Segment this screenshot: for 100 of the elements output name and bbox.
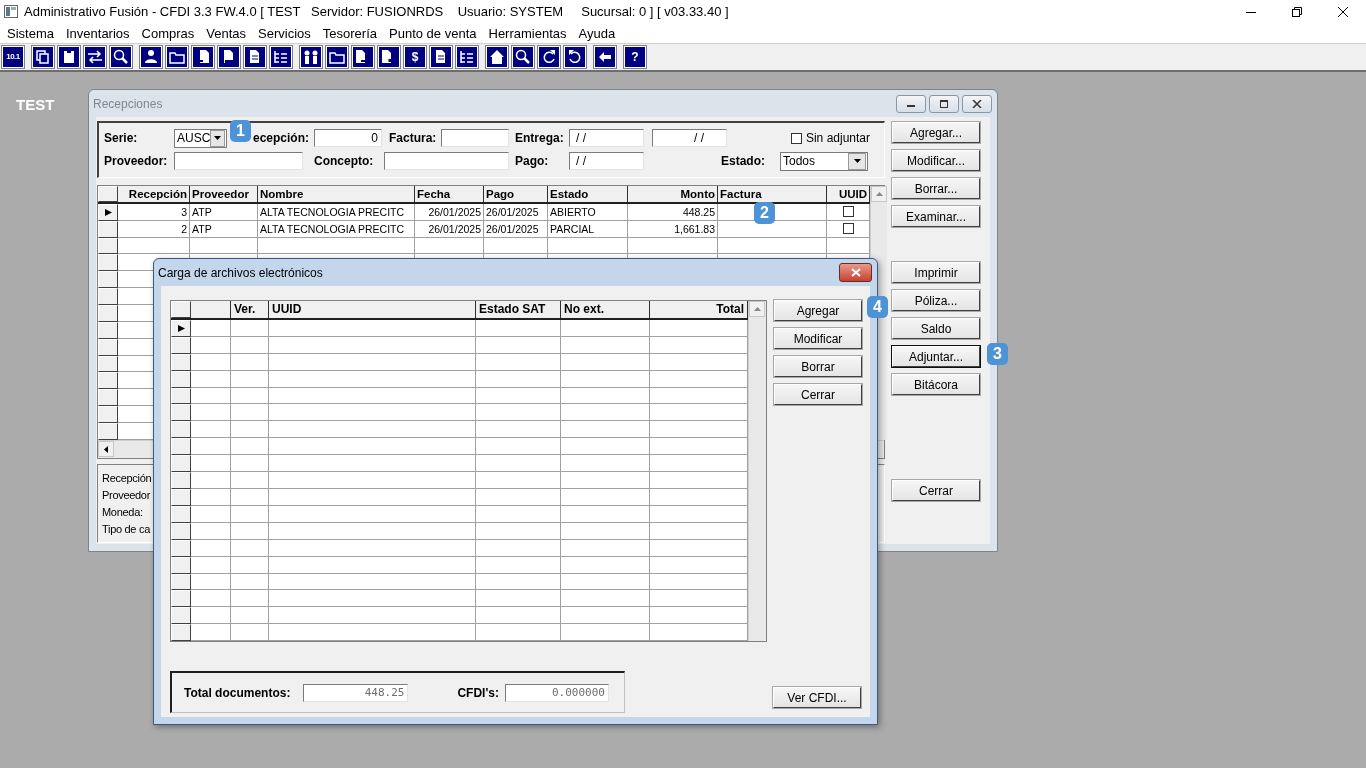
copy-icon[interactable] [32,46,54,68]
column-header[interactable]: Estado SAT [476,301,561,318]
input-field[interactable]: 0 [314,129,382,147]
field-label: Recepción [102,471,152,486]
row-header[interactable] [98,254,118,272]
close-icon[interactable] [1338,6,1348,17]
checkbox[interactable] [790,132,802,144]
menu-item[interactable]: Herramientas [482,25,573,41]
field-label: Serie: [104,131,139,145]
button[interactable]: Borrar [774,356,862,377]
caret-icon [214,136,222,140]
column-header[interactable]: Ver. [231,301,269,318]
up-arrow-icon [753,307,761,311]
column-header[interactable]: Recepción [118,186,190,202]
field-label: Moneda: [102,505,143,520]
column-header[interactable]: Proveedor [190,186,258,202]
row-header[interactable] [171,421,191,439]
table-cell: 26/01/2025 [415,203,484,221]
column-header[interactable]: UUID [269,301,476,318]
menu-item[interactable]: Punto de venta [383,25,483,41]
scroll-up-button[interactable] [749,301,765,317]
button[interactable]: Ver CFDI... [773,687,861,708]
column-header[interactable]: No ext. [561,301,650,318]
row-header[interactable] [171,472,191,489]
empty-cell [231,607,269,625]
undo-icon[interactable] [564,46,586,68]
empty-cell [484,237,548,255]
date-field[interactable]: / / [569,152,644,170]
home-icon[interactable] [486,46,508,68]
input-field[interactable] [441,129,509,147]
document-icon[interactable] [430,46,452,68]
restore-icon[interactable] [1292,6,1302,17]
field-label: CFDI's: [457,685,499,700]
column-header[interactable]: Pago [484,186,548,202]
row-header[interactable] [98,372,118,390]
window-title: Recepciones [93,96,163,111]
field-label: Total documentos: [184,685,291,700]
workspace-label: TEST [16,96,55,113]
person-icon[interactable] [140,46,162,68]
folder-icon[interactable] [326,46,348,68]
row-header[interactable] [171,404,191,422]
button[interactable]: Cerrar [774,384,862,405]
toolbar-button[interactable]: ? [624,46,646,68]
menu-item[interactable]: Servicios [252,25,317,41]
toolbar-button[interactable]: $ [404,46,426,68]
close-button[interactable] [839,263,872,282]
refresh-icon[interactable] [538,46,560,68]
table-cell: ATP [190,203,258,221]
button[interactable]: Agregar [774,300,862,321]
list-icon[interactable] [270,46,292,68]
checkbox[interactable] [842,223,854,235]
arrows-icon[interactable] [84,46,106,68]
row-header[interactable] [171,607,191,625]
scroll-up-button[interactable] [871,186,887,202]
column-header[interactable]: Nombre [258,186,415,202]
empty-cell [231,387,269,405]
row-header[interactable] [98,305,118,322]
row-header[interactable] [98,271,118,289]
dropdown[interactable]: Todos [780,151,868,171]
menu-item[interactable]: Tesorería [316,25,384,41]
row-header[interactable] [171,438,191,456]
document-plus-icon[interactable] [378,46,400,68]
table-cell: 3 [118,203,190,221]
row-header[interactable] [98,389,118,407]
menu-item[interactable]: Ayuda [572,25,622,41]
dropdown[interactable]: AUSC [174,128,227,148]
toolbar-button[interactable]: 10.1 [2,46,24,68]
field-label: Tipo de ca [102,522,150,537]
empty-cell [190,237,258,255]
column-header[interactable]: Fecha [415,186,484,202]
menu-item[interactable]: Ventas [200,25,253,41]
row-header[interactable] [171,590,191,608]
zoom-icon[interactable] [110,46,132,68]
column-header[interactable]: Monto [628,186,718,202]
menu-item[interactable]: Inventarios [59,25,136,41]
input-field[interactable] [174,152,303,170]
date-field[interactable]: / / [569,129,644,147]
folder-icon[interactable] [166,46,188,68]
row-header[interactable] [98,423,118,440]
people-icon[interactable] [300,46,322,68]
scroll-left-button[interactable] [98,441,114,457]
menu-item[interactable]: Compras [135,25,201,41]
zoom-icon[interactable] [512,46,534,68]
column-header[interactable]: Factura [718,186,827,202]
checkbox[interactable] [842,206,854,218]
document-icon[interactable] [244,46,266,68]
list-icon[interactable] [456,46,478,68]
date-field[interactable]: / / [652,129,727,147]
column-header[interactable]: Estado [548,186,628,202]
document-minus-icon[interactable] [218,46,240,68]
clipboard-icon[interactable] [58,46,80,68]
table-cell: 448.25 [628,203,718,221]
row-header[interactable] [171,624,191,642]
row-header[interactable] [98,288,118,306]
input-field[interactable] [384,152,509,170]
up-arrow-icon [875,192,883,196]
menu-item[interactable]: Sistema [1,25,60,41]
row-header[interactable] [171,455,191,473]
row-header[interactable] [98,406,118,424]
button[interactable]: Modificar [774,328,862,349]
